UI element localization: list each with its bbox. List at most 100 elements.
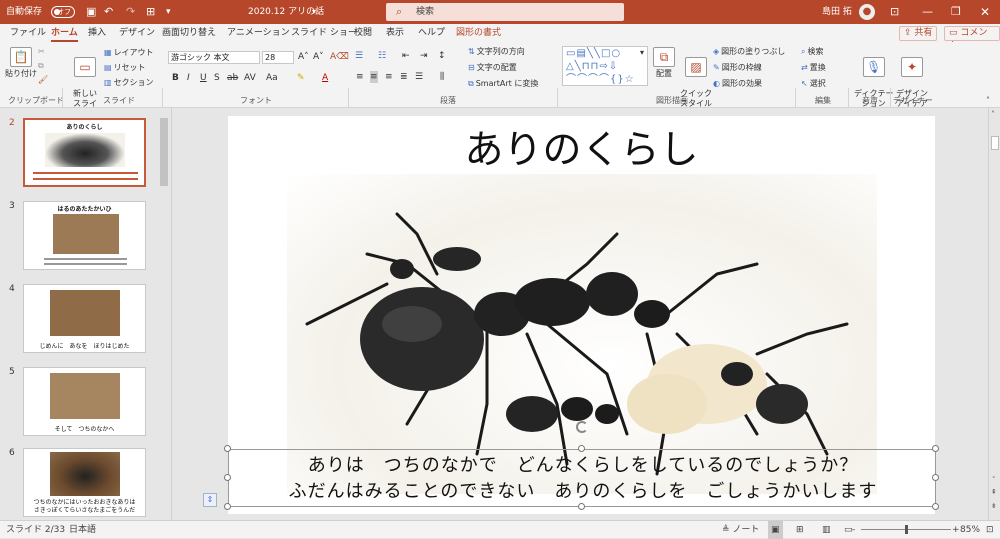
prev-slide-icon[interactable]: ⇞ <box>991 488 997 496</box>
user-name[interactable]: 島田 拓 <box>822 0 852 24</box>
clear-format-icon[interactable]: A⌫ <box>330 51 349 63</box>
collapse-ribbon-icon[interactable]: ˄ <box>986 95 990 107</box>
qat-customize-icon[interactable]: ▾ <box>166 0 171 24</box>
resize-handle[interactable] <box>224 445 231 452</box>
columns-icon[interactable]: ⫼ <box>440 71 444 83</box>
scrollbar-thumb[interactable] <box>991 136 999 150</box>
zoom-out-icon[interactable]: – <box>851 521 856 539</box>
editor-scrollbar[interactable]: ˄ ˅ ⇞ ⇟ <box>988 108 1000 520</box>
normal-view-icon[interactable]: ▣ <box>768 521 783 539</box>
tab-shape-format[interactable]: 図形の書式 <box>456 24 501 42</box>
zoom-slider-knob[interactable] <box>905 525 908 534</box>
shrink-font-icon[interactable]: A˅ <box>313 51 324 63</box>
autofit-options-icon[interactable]: ⇕ <box>203 493 217 507</box>
zoom-in-icon[interactable]: + <box>952 521 960 539</box>
scroll-down-icon[interactable]: ˅ <box>992 476 996 484</box>
font-size-select[interactable]: 28 <box>262 51 294 64</box>
tab-file[interactable]: ファイル <box>10 24 46 42</box>
minimize-icon[interactable]: — <box>922 0 933 24</box>
grow-font-icon[interactable]: A˄ <box>298 51 309 63</box>
resize-handle[interactable] <box>932 503 939 510</box>
shapes-more-icon[interactable]: ▾ <box>640 47 644 59</box>
font-color-icon[interactable]: A <box>322 72 328 84</box>
share-button[interactable]: ⇪ 共有 <box>899 26 938 41</box>
select-button[interactable]: ↖ 選択 <box>801 78 826 90</box>
title-chevron-down-icon[interactable]: ▾ <box>312 0 316 24</box>
restore-icon[interactable]: ❐ <box>951 0 961 24</box>
zoom-level[interactable]: 85% <box>960 521 980 539</box>
layout-button[interactable]: ▦ レイアウト <box>104 47 154 59</box>
copy-icon[interactable]: ⧉ <box>38 60 44 72</box>
decrease-indent-icon[interactable]: ⇤ <box>402 50 410 62</box>
cut-icon[interactable]: ✂ <box>38 46 45 58</box>
bullets-icon[interactable]: ☰ <box>355 50 363 62</box>
thumbnail-slide-5[interactable]: そして つちのなかへ <box>23 367 146 436</box>
shape-fill-button[interactable]: ◈ 図形の塗りつぶし <box>713 46 785 58</box>
distribute-icon[interactable]: ☰ <box>415 71 423 83</box>
fit-slide-icon[interactable]: ⊡ <box>986 521 994 539</box>
format-painter-icon[interactable]: 🖌 <box>38 74 48 86</box>
comment-button[interactable]: ▭ コメント <box>944 26 1000 51</box>
font-name-select[interactable]: 游ゴシック 本文 <box>168 51 260 64</box>
text-direction-button[interactable]: ⇅ 文字列の方向 <box>468 46 525 58</box>
replace-button[interactable]: ⇄ 置換 <box>801 62 826 74</box>
scroll-up-icon[interactable]: ˄ <box>991 110 995 119</box>
present-icon[interactable]: ⊞ <box>146 0 155 24</box>
tab-insert[interactable]: 挿入 <box>88 24 106 42</box>
notes-button[interactable]: ≜ ノート <box>722 521 759 539</box>
avatar[interactable]: ● <box>859 4 875 20</box>
italic-icon[interactable]: I <box>187 72 190 84</box>
numbering-icon[interactable]: ☷ <box>378 50 386 62</box>
resize-handle[interactable] <box>224 474 231 481</box>
shape-outline-button[interactable]: ✎ 図形の枠線 <box>713 62 762 74</box>
thumbnail-scrollbar[interactable] <box>159 108 169 520</box>
search-box[interactable]: ⌕ 検索 <box>386 3 624 21</box>
paste-button[interactable]: 📋 貼り付け <box>5 47 37 79</box>
save-icon[interactable]: ▣ <box>86 0 96 24</box>
slide-sorter-icon[interactable]: ⊞ <box>796 521 804 539</box>
underline-icon[interactable]: U <box>200 72 207 84</box>
thumbnail-slide-4[interactable]: じめんに あなを ほりはじめた <box>23 284 146 353</box>
thumbnail-slide-2[interactable]: ありのくらし <box>23 118 146 187</box>
align-right-icon[interactable]: ≡ <box>385 71 393 83</box>
tab-home[interactable]: ホーム <box>51 24 78 42</box>
tab-design[interactable]: デザイン <box>119 24 155 42</box>
undo-icon[interactable]: ↶ <box>104 0 113 24</box>
section-button[interactable]: ▥ セクション <box>104 77 154 89</box>
resize-handle[interactable] <box>224 503 231 510</box>
align-left-icon[interactable]: ≡ <box>356 71 364 83</box>
scrollbar-thumb[interactable] <box>160 118 168 186</box>
find-button[interactable]: ⌕ 検索 <box>801 46 823 58</box>
bold-icon[interactable]: B <box>172 72 179 84</box>
thumbnail-slide-3[interactable]: はるのあたたかいひ <box>23 201 146 270</box>
tab-animations[interactable]: アニメーション <box>227 24 290 42</box>
thumbnail-slide-6[interactable]: つちのなかにはいったおおきなありは さきっぽくてらいさなたまごをうんだ <box>23 448 146 517</box>
tab-review[interactable]: 校閲 <box>354 24 372 42</box>
arrange-button[interactable]: ⧉ 配置 <box>653 47 675 79</box>
shadow-icon[interactable]: S <box>214 72 220 84</box>
ribbon-display-icon[interactable]: ⊡ <box>890 0 899 24</box>
tab-slideshow[interactable]: スライド ショー <box>291 24 357 42</box>
body-line-2[interactable]: ふだんはみることのできない ありのくらしを ごしょうかいします <box>229 477 937 503</box>
strikethrough-icon[interactable]: ab <box>227 72 238 84</box>
rotate-handle-icon[interactable] <box>576 421 588 433</box>
redo-icon[interactable]: ↷ <box>126 0 135 24</box>
smartart-button[interactable]: ⧉ SmartArt に変換 <box>468 78 538 90</box>
next-slide-icon[interactable]: ⇟ <box>991 502 997 510</box>
justify-icon[interactable]: ≣ <box>400 71 408 83</box>
close-icon[interactable]: ✕ <box>980 0 990 24</box>
body-textbox[interactable]: ありは つちのなかで どんなくらしをしているのでしょうか？ ふだんはみることので… <box>228 449 936 507</box>
language[interactable]: 日本語 <box>69 521 96 539</box>
increase-indent-icon[interactable]: ⇥ <box>420 50 428 62</box>
shape-effects-button[interactable]: ◐ 図形の効果 <box>713 78 762 90</box>
slide-title[interactable]: ありのくらし <box>228 121 935 181</box>
highlight-icon[interactable]: ✎ <box>297 72 305 84</box>
align-center-icon[interactable]: ≡ <box>370 71 378 83</box>
reset-button[interactable]: ▤ リセット <box>104 62 146 74</box>
body-line-1[interactable]: ありは つちのなかで どんなくらしをしているのでしょうか？ <box>229 451 937 477</box>
char-spacing-icon[interactable]: AV <box>244 72 256 84</box>
resize-handle[interactable] <box>932 474 939 481</box>
shapes-gallery[interactable]: ▭▤╲╲□○ △╲⊓⊓⇨⇩ ⌒⌒⌒⌒{}☆ <box>562 46 648 86</box>
align-text-button[interactable]: ⊟ 文字の配置 <box>468 62 517 74</box>
autosave-toggle[interactable]: オフ <box>51 6 75 18</box>
